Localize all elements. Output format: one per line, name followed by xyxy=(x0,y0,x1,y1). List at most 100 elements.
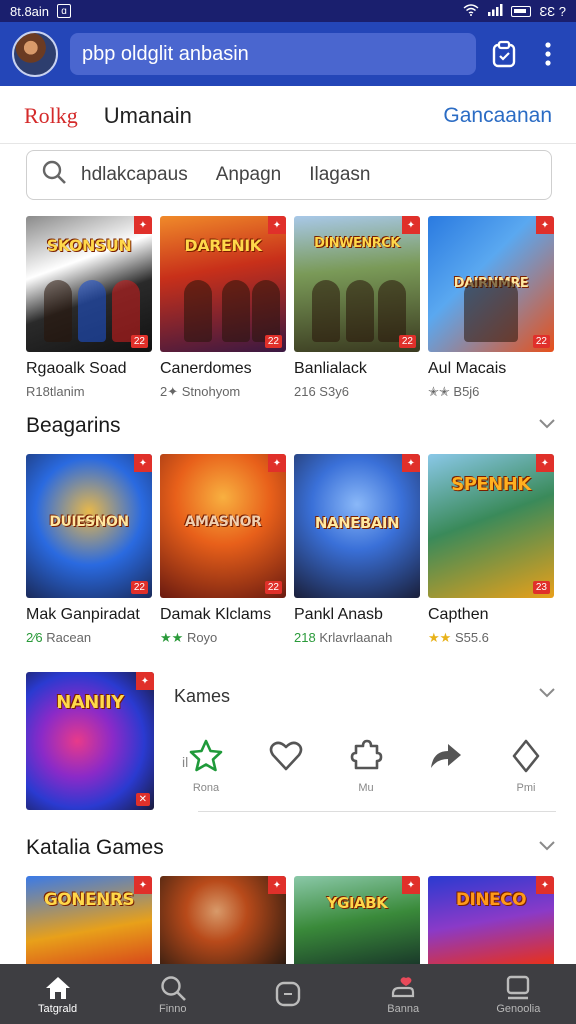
game-card[interactable]: NANEBAIN ✦ Pankl Anasb 218 Krlavrlaanah xyxy=(294,454,420,646)
search-icon xyxy=(41,159,67,191)
share-actions: Rona Mu Pmi xyxy=(176,736,556,794)
rating-badge: 22 xyxy=(130,335,148,348)
section-title: Beagarins xyxy=(26,414,121,437)
home-icon xyxy=(8,973,108,1003)
search-chip-1[interactable]: hdlakcapaus xyxy=(81,164,188,186)
game-title: Capthen xyxy=(428,606,489,623)
game-thumbnail[interactable]: DAIRNMRE ✦ 22 xyxy=(428,216,554,352)
game-thumbnail[interactable]: DINWENRCK ✦ 22 xyxy=(294,216,420,352)
game-title: Canerdomes xyxy=(160,360,252,377)
game-subtitle: ★★ Royo xyxy=(160,630,218,645)
top-app-bar: pbp oldglit anbasin xyxy=(0,22,576,86)
game-subtitle: ★★ S55.6 xyxy=(428,630,489,645)
star-action[interactable]: Rona xyxy=(176,736,236,794)
search-chip-2[interactable]: Anpagn xyxy=(216,164,282,186)
corner-tag: ✦ xyxy=(402,876,420,894)
search-icon xyxy=(123,973,223,1003)
game-subtitle: R18tlanim xyxy=(26,384,85,399)
share-action[interactable] xyxy=(416,736,476,794)
puzzle-icon xyxy=(336,736,396,776)
game-card[interactable]: SPENHK ✦ 23 Capthen ★★ S55.6 xyxy=(428,454,554,646)
game-card[interactable]: GONENRS ✦ xyxy=(26,876,152,964)
game-title: Pankl Anasb xyxy=(294,606,383,623)
rating-badge: 22 xyxy=(398,335,416,348)
games-row-1: SKONSUN ✦ 22 Rgaoalk Soad R18tlanim DARE… xyxy=(26,216,556,400)
game-card[interactable]: DUIESNON ✦ 22 Mak Ganpiradat 2⁄6 Racean xyxy=(26,454,152,646)
corner-tag: ✦ xyxy=(536,454,554,472)
game-thumbnail[interactable]: NANEBAIN ✦ xyxy=(294,454,420,598)
game-subtitle: 218 Krlavrlaanah xyxy=(294,630,393,645)
corner-tag: ✦ xyxy=(268,454,286,472)
corner-tag: ✦ xyxy=(268,216,286,234)
section-title: Katalia Games xyxy=(26,836,164,859)
game-card[interactable]: DARENIK ✦ 22 Canerdomes 2✦ Stnohyom xyxy=(160,216,286,400)
game-thumbnail[interactable]: SPENHK ✦ 23 xyxy=(428,454,554,598)
signal-icon xyxy=(487,3,503,19)
game-thumbnail[interactable]: AMASNOR ✦ 22 xyxy=(160,454,286,598)
nav-center[interactable] xyxy=(238,979,338,1009)
chevron-down-icon[interactable] xyxy=(538,417,556,435)
game-thumbnail[interactable]: DARENIK ✦ 22 xyxy=(160,216,286,352)
diamond-action[interactable]: Pmi xyxy=(496,736,556,794)
search-chip-3[interactable]: Ilagasn xyxy=(309,164,370,186)
game-thumbnail[interactable]: SKONSUN ✦ 22 xyxy=(26,216,152,352)
game-thumbnail[interactable]: GONENRS ✦ xyxy=(26,876,152,964)
game-card[interactable]: DAIRNMRE ✦ 22 Aul Macais ✭✭ B5j6 xyxy=(428,216,554,400)
status-right-text: ƐƐ ? xyxy=(539,3,566,19)
games-row-3: GONENRS ✦ ✦ YGIABK ✦ DINECO ✦ xyxy=(26,876,556,964)
game-thumbnail[interactable]: DINECO ✦ xyxy=(428,876,554,964)
heart-icon xyxy=(256,736,316,776)
notification-icon: ɑ xyxy=(57,4,72,18)
chevron-down-icon[interactable] xyxy=(538,839,556,857)
share-panel: NANIIY ✦ ✕ Kames il Rona Mu Pmi xyxy=(26,672,556,814)
corner-tag: ✦ xyxy=(536,876,554,894)
game-subtitle: ✭✭ B5j6 xyxy=(428,384,480,399)
chat-icon xyxy=(468,973,568,1003)
chevron-down-icon[interactable] xyxy=(538,686,556,704)
game-title: Aul Macais xyxy=(428,360,507,377)
game-card[interactable]: AMASNOR ✦ 22 Damak Klclams ★★ Royo xyxy=(160,454,286,646)
game-card[interactable]: YGIABK ✦ xyxy=(294,876,420,964)
corner-tag: ✦ xyxy=(134,216,152,234)
game-thumbnail[interactable]: ✦ xyxy=(160,876,286,964)
corner-tag: ✦ xyxy=(402,454,420,472)
corner-tag: ✦ xyxy=(134,454,152,472)
game-title: Mak Ganpiradat xyxy=(26,606,140,623)
page-title: Umanain xyxy=(103,102,192,128)
nav-genoolia[interactable]: Genoolia xyxy=(468,973,568,1015)
top-search-input[interactable]: pbp oldglit anbasin xyxy=(70,33,476,75)
rating-badge: 22 xyxy=(264,335,282,348)
clipboard-icon[interactable] xyxy=(488,38,520,70)
search-input[interactable]: hdlakcapaus Anpagn Ilagasn xyxy=(26,150,552,200)
header-link[interactable]: Gancaanan xyxy=(443,104,552,128)
brand-logo: Rolkg xyxy=(24,102,78,128)
game-card[interactable]: SKONSUN ✦ 22 Rgaoalk Soad R18tlanim xyxy=(26,216,152,400)
game-subtitle: 2✦ Stnohyom xyxy=(160,384,241,399)
battery-icon xyxy=(511,5,532,17)
diamond-icon xyxy=(496,736,556,776)
game-thumbnail[interactable]: YGIABK ✦ xyxy=(294,876,420,964)
nav-home[interactable]: Tatgrald xyxy=(8,973,108,1015)
corner-tag: ✦ xyxy=(536,216,554,234)
corner-tag: ✦ xyxy=(134,876,152,894)
game-title: Banlialack xyxy=(294,360,367,377)
game-thumbnail[interactable]: DUIESNON ✦ 22 xyxy=(26,454,152,598)
divider xyxy=(198,811,556,812)
close-icon[interactable]: ✕ xyxy=(135,793,150,806)
game-card[interactable]: ✦ xyxy=(160,876,286,964)
game-card[interactable]: DINWENRCK ✦ 22 Banlialack 216 S3y6 xyxy=(294,216,420,400)
status-time: 8t.8ain xyxy=(10,3,50,19)
nav-search[interactable]: Finno xyxy=(123,973,223,1015)
nav-banna[interactable]: Banna xyxy=(353,973,453,1015)
rating-badge: 22 xyxy=(532,335,550,348)
avatar[interactable] xyxy=(12,31,58,77)
more-vert-icon[interactable] xyxy=(532,38,564,70)
game-card[interactable]: DINECO ✦ xyxy=(428,876,554,964)
puzzle-action[interactable]: Mu xyxy=(336,736,396,794)
game-subtitle: 2⁄6 Racean xyxy=(26,630,92,645)
heart-action[interactable] xyxy=(256,736,316,794)
game-thumbnail[interactable]: NANIIY ✦ ✕ xyxy=(26,672,154,810)
wifi-icon xyxy=(463,3,479,19)
corner-tag: ✦ xyxy=(136,672,154,690)
games-row-2: DUIESNON ✦ 22 Mak Ganpiradat 2⁄6 Racean … xyxy=(26,454,556,646)
